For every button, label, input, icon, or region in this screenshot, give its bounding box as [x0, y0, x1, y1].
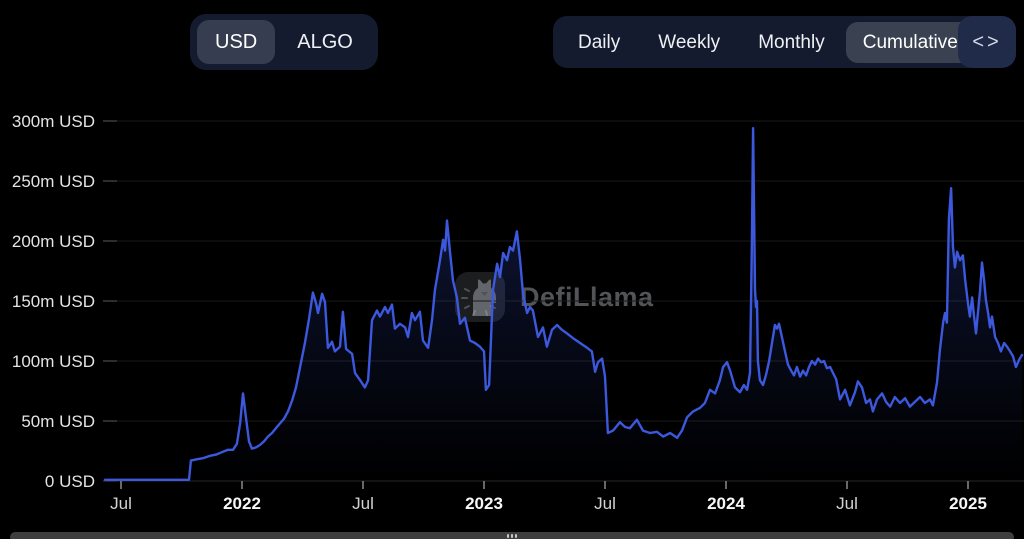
- x-axis-label: 2024: [707, 494, 745, 513]
- embed-code-button[interactable]: <>: [958, 16, 1016, 68]
- x-axis-label: Jul: [836, 494, 858, 513]
- period-monthly-button[interactable]: Monthly: [741, 22, 842, 63]
- scrollbar-grip-icon: [511, 534, 513, 538]
- x-axis-label: 2023: [465, 494, 503, 513]
- y-axis-label: 300m USD: [12, 112, 95, 131]
- y-axis-label: 250m USD: [12, 172, 95, 191]
- period-cumulative-button[interactable]: Cumulative: [846, 22, 975, 63]
- x-axis-label: 2022: [223, 494, 261, 513]
- x-axis-label: 2025: [949, 494, 987, 513]
- y-axis-label: 100m USD: [12, 352, 95, 371]
- scrollbar-grip-icon: [507, 534, 509, 538]
- currency-algo-button[interactable]: ALGO: [279, 20, 371, 64]
- x-axis-label: Jul: [352, 494, 374, 513]
- y-axis-label: 50m USD: [21, 412, 95, 431]
- defillama-volume-chart-page: DefiLlama 0 USD50m USD100m USD150m USD20…: [0, 0, 1024, 539]
- currency-toggle: USD ALGO: [190, 14, 378, 70]
- currency-usd-button[interactable]: USD: [197, 20, 275, 64]
- x-axis-label: Jul: [594, 494, 616, 513]
- period-daily-button[interactable]: Daily: [561, 22, 637, 63]
- scrollbar-grip-icon: [515, 534, 517, 538]
- period-weekly-button[interactable]: Weekly: [641, 22, 737, 63]
- x-axis-label: Jul: [110, 494, 132, 513]
- y-axis-label: 0 USD: [45, 472, 95, 491]
- y-axis-label: 200m USD: [12, 232, 95, 251]
- period-toggle: Daily Weekly Monthly Cumulative: [553, 16, 983, 68]
- y-axis-label: 150m USD: [12, 292, 95, 311]
- chart-zoom-scrollbar[interactable]: [10, 532, 1014, 539]
- chart-header: USD ALGO Daily Weekly Monthly Cumulative…: [0, 0, 1024, 84]
